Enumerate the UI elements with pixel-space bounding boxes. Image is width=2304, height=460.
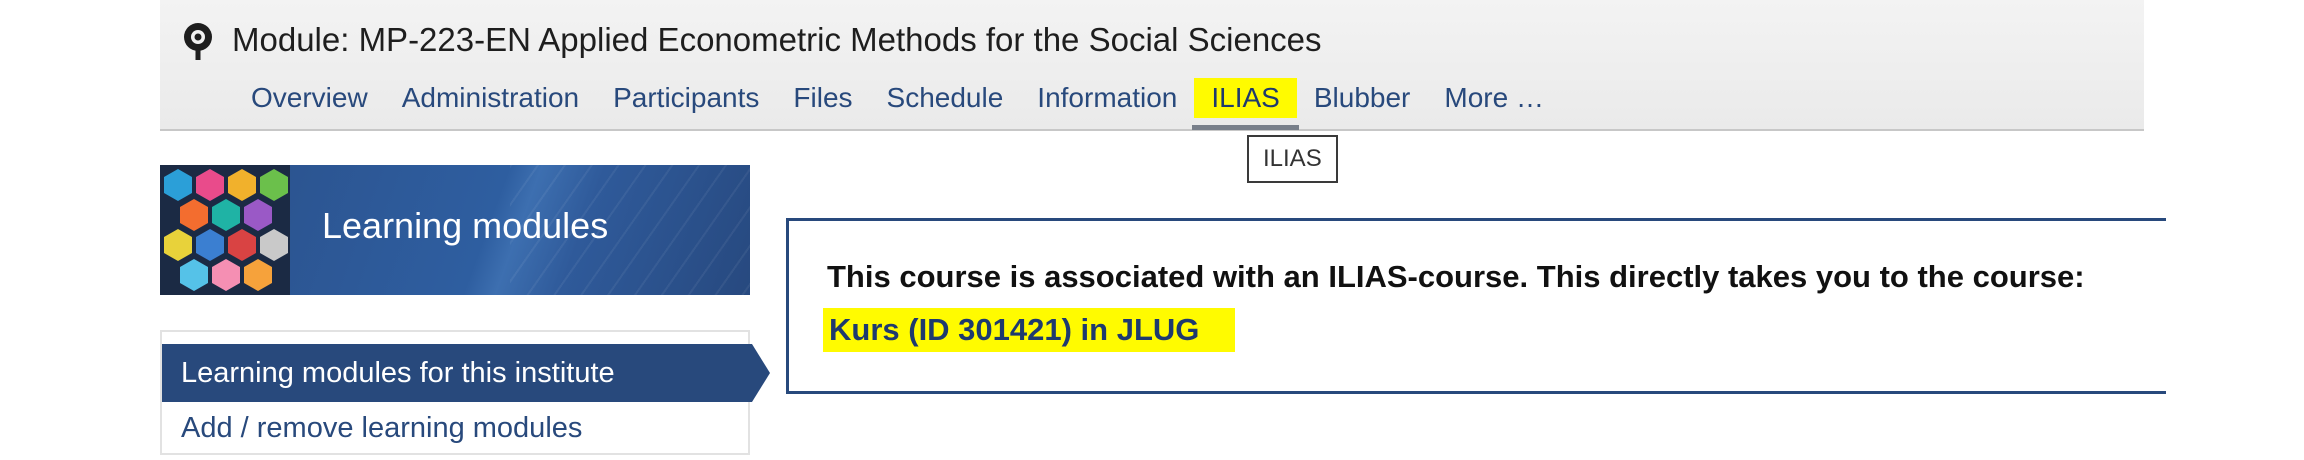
tab-blubber[interactable]: Blubber	[1297, 78, 1428, 118]
course-header: Module: MP-223-EN Applied Econometric Me…	[160, 0, 2144, 131]
title-row: Module: MP-223-EN Applied Econometric Me…	[178, 16, 1322, 64]
tab-files[interactable]: Files	[776, 78, 869, 118]
ilias-tooltip: ILIAS	[1247, 135, 1338, 183]
tab-schedule[interactable]: Schedule	[870, 78, 1021, 118]
sidebar-banner: Learning modules	[160, 165, 750, 295]
ilias-course-link[interactable]: Kurs (ID 301421) in JLUG	[823, 308, 1236, 352]
course-icon	[184, 23, 212, 60]
sidebar-item-institute-modules[interactable]: Learning modules for this institute	[162, 344, 770, 402]
learning-modules-image	[160, 165, 290, 295]
sidebar-menu: Learning modules for this institute Add …	[160, 330, 770, 455]
page-title: Module: MP-223-EN Applied Econometric Me…	[232, 21, 1322, 58]
course-nav: Overview Administration Participants Fil…	[234, 78, 1561, 130]
sidebar-item-add-remove-modules[interactable]: Add / remove learning modules	[181, 404, 582, 452]
ilias-info-message: This course is associated with an ILIAS-…	[827, 259, 2085, 294]
tab-administration[interactable]: Administration	[385, 78, 596, 118]
tab-participants[interactable]: Participants	[596, 78, 776, 118]
sidebar-banner-title: Learning modules	[322, 205, 609, 246]
tab-ilias[interactable]: ILIAS	[1192, 78, 1300, 130]
page: Module: MP-223-EN Applied Econometric Me…	[0, 0, 2304, 460]
tab-overview[interactable]: Overview	[234, 78, 385, 118]
tab-information[interactable]: Information	[1020, 78, 1194, 118]
tab-more[interactable]: More …	[1427, 78, 1561, 118]
ilias-info-box: This course is associated with an ILIAS-…	[786, 218, 2166, 394]
